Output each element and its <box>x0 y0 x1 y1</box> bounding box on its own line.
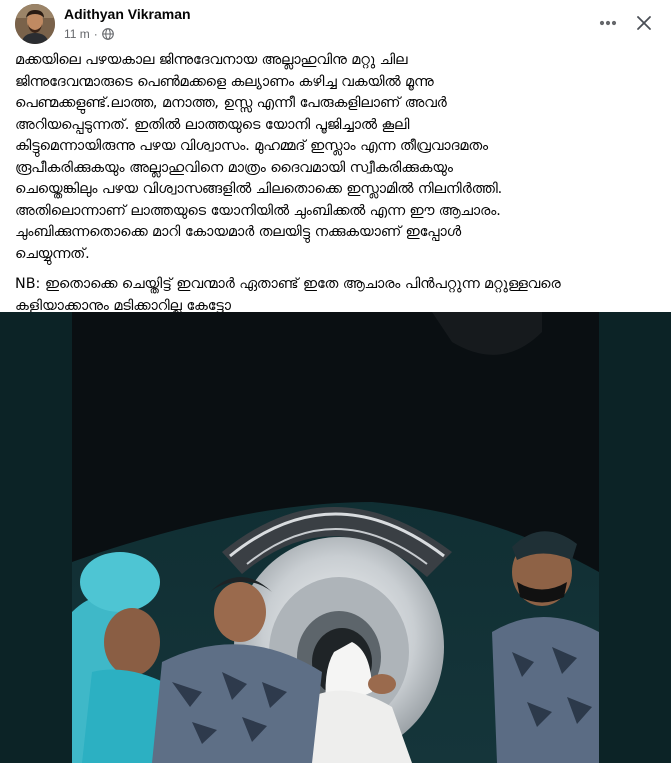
post-timestamp[interactable]: 11 m <box>64 27 90 41</box>
more-options-button[interactable] <box>594 10 622 36</box>
avatar-image <box>15 4 55 44</box>
close-button[interactable] <box>630 9 658 37</box>
close-icon <box>637 16 651 30</box>
post-photo[interactable] <box>72 312 599 763</box>
facebook-post: Adithyan Vikraman 11 m · മക്കയിലെ പഴയകാല… <box>0 0 671 763</box>
globe-icon[interactable] <box>101 28 114 40</box>
post-message: മക്കയിലെ പഴയകാല ജിന്നുദേവനായ അല്ലാഹുവിനു… <box>15 50 660 317</box>
meta-separator: · <box>93 27 98 41</box>
post-paragraph-note: NB: ഇതൊക്കെ ചെയ്തിട്ട് ഇവന്മാർ ഏതാണ്ട് ഇ… <box>15 276 561 314</box>
author-name[interactable]: Adithyan Vikraman <box>64 6 191 22</box>
post-paragraph-main: മക്കയിലെ പഴയകാല ജിന്നുദേവനായ അല്ലാഹുവിനു… <box>15 52 503 262</box>
author-avatar[interactable] <box>15 4 55 44</box>
post-meta: 11 m · <box>64 27 114 41</box>
post-header: Adithyan Vikraman 11 m · <box>0 0 671 50</box>
post-photo-container[interactable] <box>0 312 671 763</box>
more-horizontal-icon <box>599 20 617 26</box>
